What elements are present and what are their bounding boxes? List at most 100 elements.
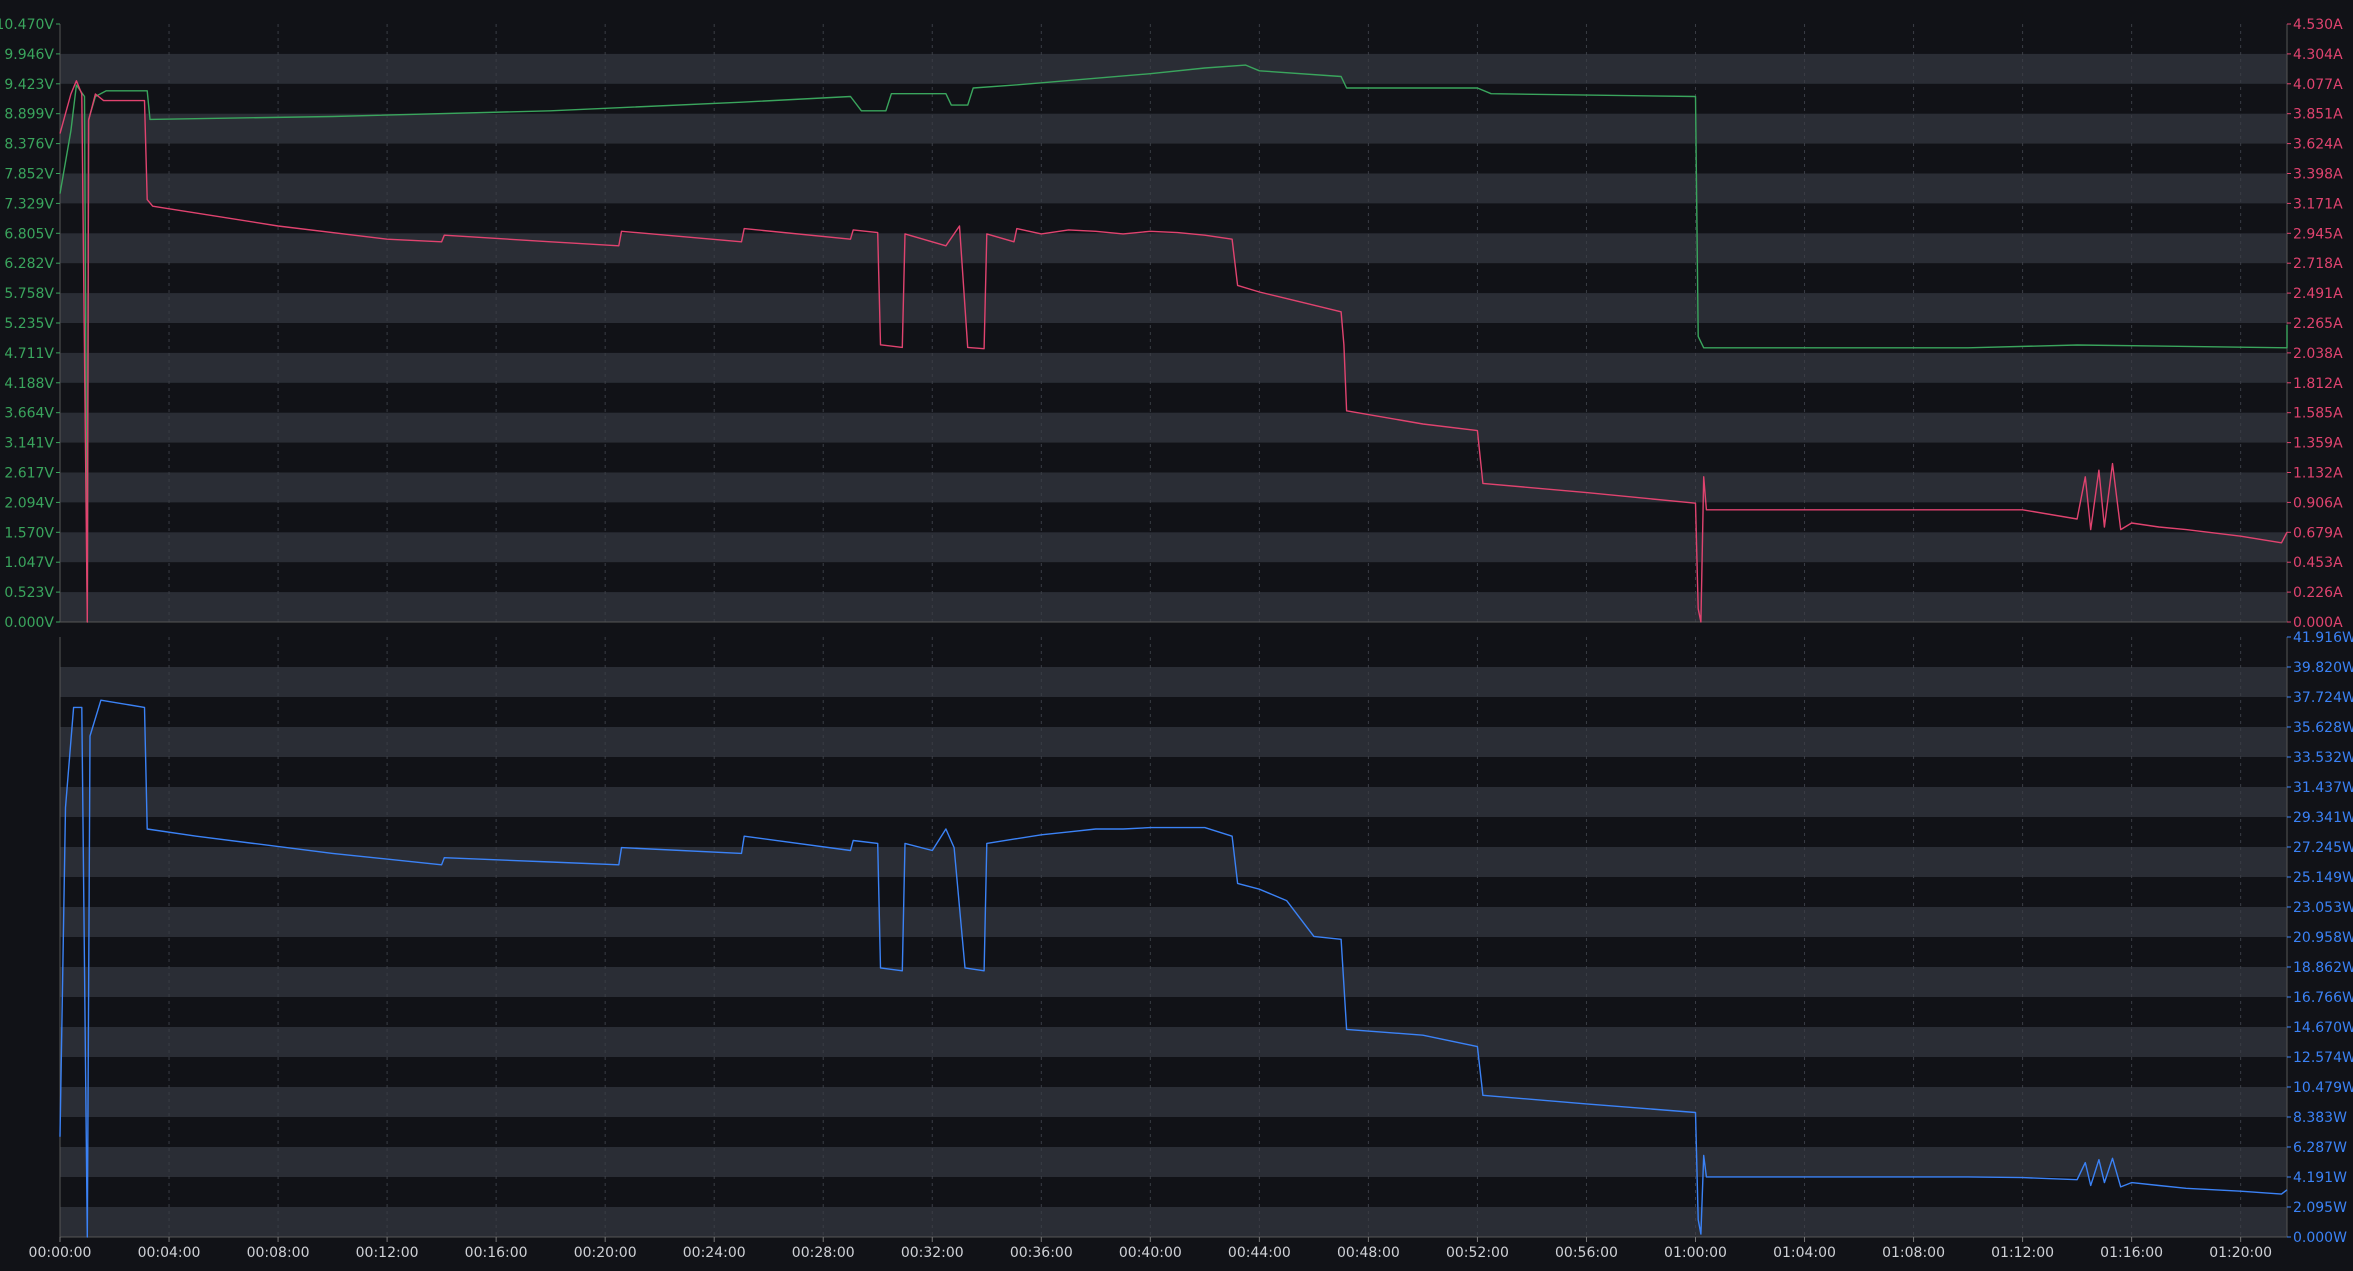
y-tick-label-left: 0.523V	[4, 585, 54, 601]
y-tick-label-left: 2.094V	[4, 495, 54, 511]
y-tick-label-right: 2.038A	[2293, 346, 2343, 362]
y-tick-label-left: 9.423V	[4, 77, 54, 93]
y-tick-label-right: 35.628W	[2293, 720, 2353, 736]
y-tick-label-right: 0.226A	[2293, 585, 2343, 601]
y-tick-label-left: 4.188V	[4, 376, 54, 392]
x-tick-label: 00:48:00	[1337, 1245, 1400, 1261]
power-monitor-chart: 0.000V 0.523V 1.047V 1.570V 2.094V 2.617V 3.14…	[0, 17, 2353, 1261]
x-tick-label: 00:00:00	[29, 1245, 92, 1261]
chart-band	[60, 53, 2287, 84]
x-tick-label: 01:20:00	[2209, 1245, 2272, 1261]
y-tick-label-left: 3.141V	[4, 436, 54, 452]
chart-band	[60, 113, 2287, 144]
y-tick-label-right: 12.574W	[2293, 1050, 2353, 1066]
x-tick-label: 00:12:00	[356, 1245, 419, 1261]
y-tick-label-left: 6.282V	[4, 256, 54, 272]
chart-root: 0.000V 0.523V 1.047V 1.570V 2.094V 2.617V 3.14…	[0, 0, 2353, 1271]
y-tick-label-right: 1.812A	[2293, 376, 2343, 392]
x-tick-label: 00:40:00	[1119, 1245, 1182, 1261]
y-tick-label-right: 0.000W	[2293, 1230, 2347, 1246]
chart-band	[60, 592, 2287, 622]
chart-band	[60, 352, 2287, 383]
x-tick-label: 00:04:00	[138, 1245, 201, 1261]
chart-band	[60, 233, 2287, 264]
chart-band	[60, 1087, 2287, 1117]
y-tick-label-right: 20.958W	[2293, 930, 2353, 946]
y-tick-label-right: 2.718A	[2293, 256, 2343, 272]
y-tick-label-left: 2.617V	[4, 466, 54, 482]
y-tick-label-right: 2.945A	[2293, 226, 2343, 242]
y-tick-label-right: 2.491A	[2293, 286, 2343, 302]
y-tick-label-left: 5.758V	[4, 286, 54, 302]
y-tick-label-right: 4.191W	[2293, 1170, 2347, 1186]
y-tick-label-right: 3.624A	[2293, 137, 2343, 153]
chart-band	[60, 727, 2287, 757]
chart-band	[60, 787, 2287, 817]
y-tick-label-right: 2.095W	[2293, 1200, 2347, 1216]
y-tick-label-right: 0.000A	[2293, 615, 2343, 631]
x-tick-label: 00:52:00	[1446, 1245, 1509, 1261]
y-tick-label-right: 2.265A	[2293, 316, 2343, 332]
y-tick-label-left: 9.946V	[4, 47, 54, 63]
y-tick-label-right: 0.453A	[2293, 555, 2343, 571]
y-tick-label-right: 14.670W	[2293, 1020, 2353, 1036]
x-tick-label: 00:32:00	[901, 1245, 964, 1261]
y-tick-label-right: 18.862W	[2293, 960, 2353, 976]
y-tick-label-right: 10.479W	[2293, 1080, 2353, 1096]
y-tick-label-right: 3.398A	[2293, 167, 2343, 183]
y-tick-label-right: 27.245W	[2293, 840, 2353, 856]
y-tick-label-right: 39.820W	[2293, 660, 2353, 676]
x-tick-label: 01:08:00	[1882, 1245, 1945, 1261]
y-tick-label-right: 1.359A	[2293, 436, 2343, 452]
y-tick-label-right: 0.906A	[2293, 495, 2343, 511]
y-tick-label-right: 1.585A	[2293, 406, 2343, 422]
y-tick-label-right: 3.851A	[2293, 107, 2343, 123]
y-tick-label-left: 7.852V	[4, 167, 54, 183]
y-tick-label-right: 37.724W	[2293, 690, 2353, 706]
chart-band	[60, 1207, 2287, 1237]
y-tick-label-right: 4.077A	[2293, 77, 2343, 93]
y-tick-label-left: 8.376V	[4, 137, 54, 153]
chart-band	[60, 967, 2287, 997]
y-tick-label-right: 4.530A	[2293, 17, 2343, 33]
chart-band	[60, 667, 2287, 697]
y-tick-label-left: 5.235V	[4, 316, 54, 332]
x-tick-label: 00:08:00	[247, 1245, 310, 1261]
chart-band	[60, 1147, 2287, 1177]
x-tick-label: 00:24:00	[683, 1245, 746, 1261]
chart-band	[60, 412, 2287, 443]
y-tick-label-right: 3.171A	[2293, 196, 2343, 212]
x-tick-label: 01:04:00	[1773, 1245, 1836, 1261]
x-tick-label: 00:16:00	[465, 1245, 528, 1261]
y-tick-label-right: 25.149W	[2293, 870, 2353, 886]
x-tick-label: 00:28:00	[792, 1245, 855, 1261]
y-tick-label-right: 0.679A	[2293, 525, 2343, 541]
chart-band	[60, 847, 2287, 877]
chart-band	[60, 532, 2287, 563]
y-tick-label-left: 0.000V	[4, 615, 54, 631]
x-tick-label: 00:44:00	[1228, 1245, 1291, 1261]
y-tick-label-right: 23.053W	[2293, 900, 2353, 916]
y-tick-label-left: 8.899V	[4, 107, 54, 123]
chart-band	[60, 293, 2287, 323]
x-tick-label: 01:12:00	[1991, 1245, 2054, 1261]
y-tick-label-left: 3.664V	[4, 406, 54, 422]
x-tick-label: 01:16:00	[2100, 1245, 2163, 1261]
y-tick-label-right: 41.916W	[2293, 630, 2353, 646]
y-tick-label-left: 4.711V	[4, 346, 54, 362]
chart-band	[60, 472, 2287, 503]
y-tick-label-left: 10.470V	[0, 17, 54, 33]
x-tick-label: 00:20:00	[574, 1245, 637, 1261]
x-tick-label: 00:56:00	[1555, 1245, 1618, 1261]
x-tick-label: 00:36:00	[1010, 1245, 1073, 1261]
x-tick-label: 01:00:00	[1664, 1245, 1727, 1261]
y-tick-label-right: 4.304A	[2293, 47, 2343, 63]
y-tick-label-left: 6.805V	[4, 226, 54, 242]
y-tick-label-left: 7.329V	[4, 196, 54, 212]
y-tick-label-right: 16.766W	[2293, 990, 2353, 1006]
chart-band	[60, 907, 2287, 937]
y-tick-label-left: 1.570V	[4, 525, 54, 541]
chart-band	[60, 1027, 2287, 1057]
y-tick-label-left: 1.047V	[4, 555, 54, 571]
y-tick-label-right: 29.341W	[2293, 810, 2353, 826]
